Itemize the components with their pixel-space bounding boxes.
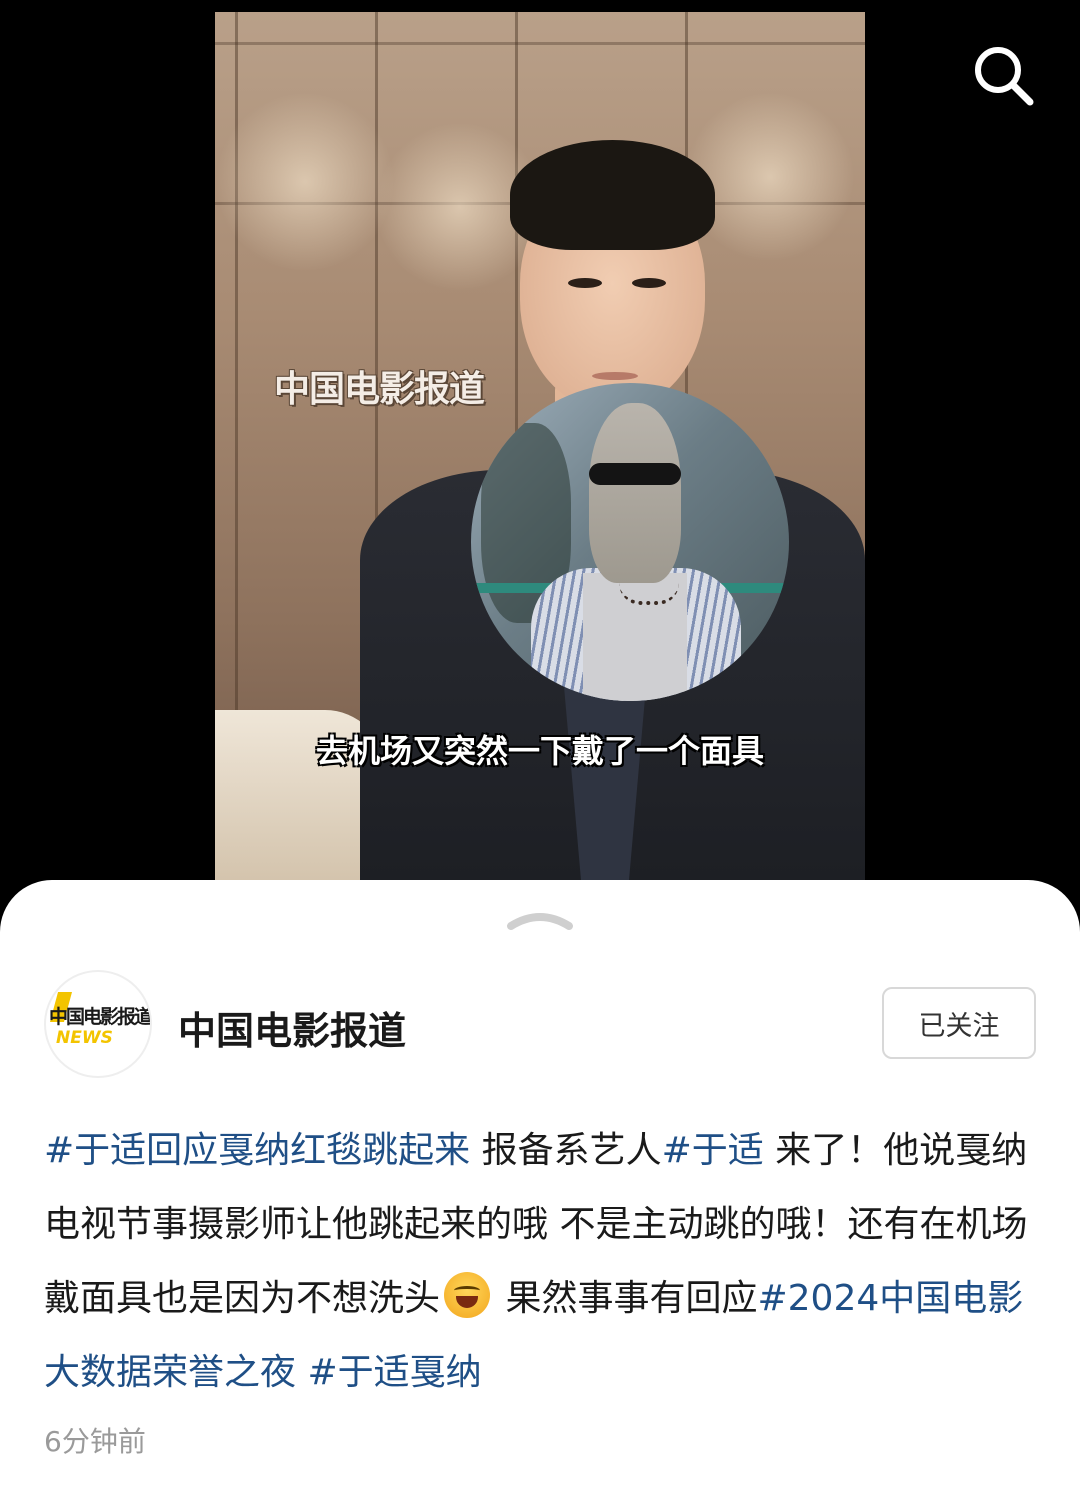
hair <box>510 140 715 250</box>
video-inset-image <box>471 383 789 701</box>
account-name[interactable]: 中国电影报道 <box>178 1000 406 1055</box>
video-subtitle: 去机场又突然一下戴了一个面具 <box>315 732 764 770</box>
follow-button[interactable]: 已关注 <box>882 987 1036 1059</box>
post-text-segment: 果然事事有回应 <box>494 1278 758 1319</box>
eye <box>568 278 602 288</box>
laugh-cry-emoji-icon <box>444 1272 491 1318</box>
inset-sunglasses <box>589 463 681 485</box>
expand-handle[interactable] <box>505 906 575 932</box>
eye <box>632 278 666 288</box>
hashtag-link[interactable]: #于适戛纳 <box>307 1352 481 1393</box>
hashtag-link[interactable]: #于适 <box>662 1130 764 1171</box>
avatar-logo-news: NEWS <box>56 1028 113 1048</box>
mouth <box>592 372 638 380</box>
inset-mask <box>589 403 681 583</box>
video-player[interactable]: 中国电影报道 去机场又突然一下戴了一个面具 <box>0 0 1080 900</box>
avatar-logo-text: 中国电影报道 <box>48 1006 151 1028</box>
account-avatar[interactable]: 中国电影报道 NEWS <box>44 970 152 1078</box>
search-icon <box>975 47 1034 106</box>
video-watermark: 中国电影报道 <box>274 369 485 410</box>
post-text: #于适回应戛纳红毯跳起来 报备系艺人#于适 来了！他说戛纳电视节事摄影师让他跳起… <box>44 1114 1036 1410</box>
post-sheet: 中国电影报道 NEWS 中国电影报道 已关注 #于适回应戛纳红毯跳起来 报备系艺… <box>0 880 1080 1497</box>
post-timestamp: 6分钟前 <box>44 1425 146 1458</box>
wall-panel-line <box>215 42 865 45</box>
search-button[interactable] <box>968 40 1040 112</box>
chevron-up-icon <box>507 913 573 930</box>
post-text-segment <box>296 1352 307 1393</box>
post-text-segment: 报备系艺人 <box>470 1130 662 1171</box>
hashtag-link[interactable]: #于适回应戛纳红毯跳起来 <box>44 1130 470 1171</box>
